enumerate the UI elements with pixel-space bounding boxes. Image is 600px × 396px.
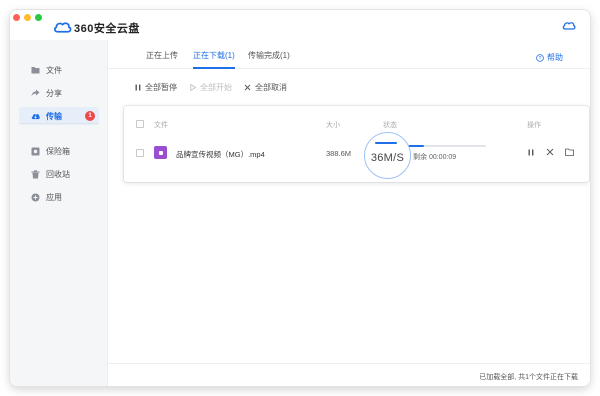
tab-downloading[interactable]: 正在下载(1) bbox=[193, 50, 235, 69]
help-icon: ? bbox=[536, 53, 544, 62]
sidebar-item-label: 应用 bbox=[46, 192, 62, 202]
file-name: 品牌宣传视频（MG）.mp4 bbox=[176, 150, 265, 159]
folder-icon bbox=[31, 66, 40, 75]
sidebar-item-apps[interactable]: 应用 bbox=[19, 188, 99, 206]
download-list: 文件 大小 状态 操作 品牌宣传视频（MG）.mp4 388.6M 剩余 00:… bbox=[124, 106, 589, 182]
pause-all-label: 全部暂停 bbox=[145, 83, 177, 92]
speed-progress-bar bbox=[375, 142, 397, 144]
download-speed-indicator: 36M/S bbox=[364, 132, 411, 179]
tab-uploading[interactable]: 正在上传 bbox=[146, 50, 178, 69]
tab-completed[interactable]: 传输完成(1) bbox=[248, 50, 290, 69]
play-icon bbox=[189, 84, 196, 91]
start-all-button[interactable]: 全部开始 bbox=[189, 82, 232, 93]
transfer-toolbar: 全部暂停 全部开始 全部取消 bbox=[134, 82, 299, 93]
safe-icon bbox=[31, 147, 40, 156]
sidebar-item-share[interactable]: 分享 bbox=[19, 84, 99, 102]
sidebar: 文件 分享 传输 1 保险箱 回收站 应用 bbox=[10, 40, 108, 386]
video-file-icon bbox=[154, 146, 167, 159]
sidebar-item-label: 保险箱 bbox=[46, 146, 70, 156]
sidebar-item-recycle-bin[interactable]: 回收站 bbox=[19, 165, 99, 183]
folder-icon bbox=[564, 148, 574, 156]
maximize-window-button[interactable] bbox=[35, 14, 42, 21]
start-all-label: 全部开始 bbox=[200, 83, 232, 92]
app-title: 360安全云盘 bbox=[74, 23, 140, 35]
column-header-actions: 操作 bbox=[527, 122, 541, 129]
sidebar-item-label: 回收站 bbox=[46, 169, 70, 179]
cancel-all-button[interactable]: 全部取消 bbox=[244, 82, 287, 93]
help-button[interactable]: ? 帮助 bbox=[536, 52, 563, 63]
close-icon bbox=[244, 84, 251, 91]
column-header-status: 状态 bbox=[383, 122, 397, 129]
cancel-download-button[interactable] bbox=[545, 147, 555, 157]
app-window: 360安全云盘 文件 分享 传输 1 保险箱 回收站 应用 正在上传 正在下载(… bbox=[10, 10, 590, 386]
status-text: 已加载全部, 共1个文件正在下载 bbox=[479, 374, 578, 381]
main-panel: 正在上传 正在下载(1) 传输完成(1) ? 帮助 全部暂停 全部开始 全部取消… bbox=[108, 40, 590, 386]
download-speed: 36M/S bbox=[370, 151, 405, 164]
title-bar: 360安全云盘 bbox=[10, 10, 590, 40]
sidebar-item-label: 传输 bbox=[46, 111, 62, 121]
open-folder-button[interactable] bbox=[564, 147, 574, 157]
time-remaining: 剩余 00:00:09 bbox=[413, 154, 457, 161]
row-checkbox[interactable] bbox=[136, 149, 144, 157]
status-bar: 已加载全部, 共1个文件正在下载 bbox=[108, 363, 590, 386]
select-all-checkbox[interactable] bbox=[136, 120, 144, 128]
app-logo-icon bbox=[54, 22, 72, 33]
sidebar-item-safe[interactable]: 保险箱 bbox=[19, 142, 99, 160]
sidebar-divider bbox=[19, 123, 99, 124]
minimize-window-button[interactable] bbox=[24, 14, 31, 21]
column-header-size: 大小 bbox=[326, 122, 340, 129]
transfer-tabs: 正在上传 正在下载(1) 传输完成(1) ? 帮助 bbox=[108, 40, 590, 69]
apps-icon bbox=[31, 193, 40, 202]
close-window-button[interactable] bbox=[13, 14, 20, 21]
cancel-all-label: 全部取消 bbox=[255, 83, 287, 92]
column-header-file: 文件 bbox=[154, 122, 168, 129]
close-icon bbox=[546, 148, 554, 156]
help-label: 帮助 bbox=[547, 53, 563, 62]
sidebar-item-label: 分享 bbox=[46, 88, 62, 98]
share-icon bbox=[31, 89, 40, 98]
transfer-count-badge: 1 bbox=[85, 111, 95, 121]
sidebar-item-label: 文件 bbox=[46, 65, 62, 75]
file-size: 388.6M bbox=[326, 149, 352, 158]
cloud-transfer-icon bbox=[31, 112, 40, 121]
trash-icon bbox=[31, 169, 40, 179]
cloud-sync-icon[interactable] bbox=[562, 20, 576, 31]
svg-text:?: ? bbox=[539, 55, 542, 61]
pause-icon bbox=[528, 149, 534, 155]
pause-icon bbox=[134, 84, 141, 91]
pause-all-button[interactable]: 全部暂停 bbox=[134, 82, 177, 93]
sidebar-item-files[interactable]: 文件 bbox=[19, 61, 99, 79]
pause-download-button[interactable] bbox=[526, 147, 536, 157]
